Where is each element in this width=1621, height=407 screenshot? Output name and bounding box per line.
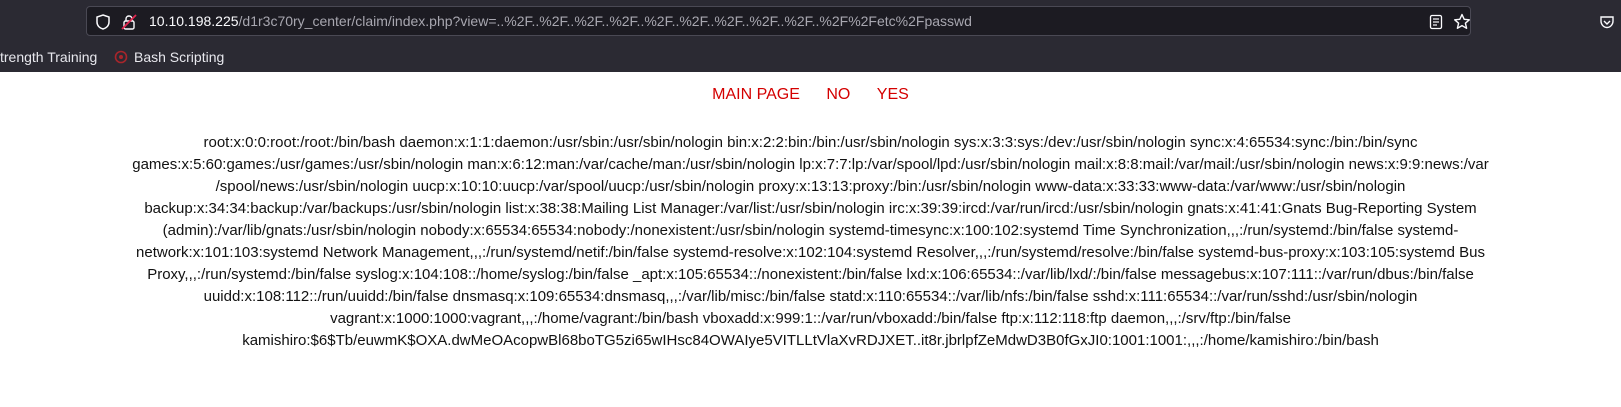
- shield-icon[interactable]: [94, 13, 112, 31]
- no-link[interactable]: NO: [826, 86, 850, 103]
- address-bar[interactable]: 10.10.198.225/d1r3c70ry_center/claim/ind…: [86, 6, 1471, 36]
- bookmark-favicon-icon: [114, 50, 128, 64]
- passwd-line: (admin):/var/lib/gnats:/usr/sbin/nologin…: [162, 222, 1459, 239]
- bookmark-bash-scripting[interactable]: Bash Scripting: [114, 44, 224, 70]
- top-nav: MAIN PAGE NO YES: [0, 86, 1621, 104]
- passwd-line: uuidd:x:108:112::/run/uuidd:/bin/false d…: [203, 288, 1418, 305]
- bookmark-star-icon[interactable]: [1453, 13, 1471, 31]
- passwd-line: vagrant:x:1000:1000:vagrant,,,:/home/vag…: [330, 310, 1291, 327]
- browser-chrome: 10.10.198.225/d1r3c70ry_center/claim/ind…: [0, 0, 1621, 72]
- passwd-file-output: root:x:0:0:root:/root:/bin/bash daemon:x…: [20, 132, 1601, 352]
- url-path: /d1r3c70ry_center/claim/index.php?view=.…: [238, 13, 972, 29]
- pocket-icon[interactable]: [1598, 13, 1616, 31]
- main-page-link[interactable]: MAIN PAGE: [712, 86, 800, 103]
- passwd-line: root:x:0:0:root:/root:/bin/bash daemon:x…: [203, 134, 1418, 151]
- bookmark-label: Bash Scripting: [134, 49, 225, 65]
- reader-view-icon[interactable]: [1427, 13, 1445, 31]
- insecure-lock-icon[interactable]: [120, 13, 138, 31]
- page-content: MAIN PAGE NO YES root:x:0:0:root:/root:/…: [0, 72, 1621, 407]
- url-text[interactable]: 10.10.198.225/d1r3c70ry_center/claim/ind…: [149, 7, 972, 35]
- passwd-line: network:x:101:103:systemd Network Manage…: [136, 244, 1485, 261]
- yes-link[interactable]: YES: [877, 86, 909, 103]
- passwd-line: kamishiro:$6$Tb/euwmK$OXA.dwMeOAcopwBl68…: [242, 332, 1379, 349]
- bookmark-label: trength Training: [0, 49, 98, 65]
- bookmarks-toolbar: trength Training Bash Scripting: [0, 44, 1621, 70]
- passwd-line: backup:x:34:34:backup:/var/backups:/usr/…: [144, 200, 1477, 217]
- bookmark-strength-training[interactable]: trength Training: [0, 44, 97, 70]
- passwd-line: /spool/news:/usr/sbin/nologin uucp:x:10:…: [215, 178, 1406, 195]
- passwd-line: games:x:5:60:games:/usr/games:/usr/sbin/…: [132, 156, 1489, 173]
- passwd-line: Proxy,,,:/run/systemd:/bin/false syslog:…: [147, 266, 1474, 283]
- url-host: 10.10.198.225: [149, 13, 239, 29]
